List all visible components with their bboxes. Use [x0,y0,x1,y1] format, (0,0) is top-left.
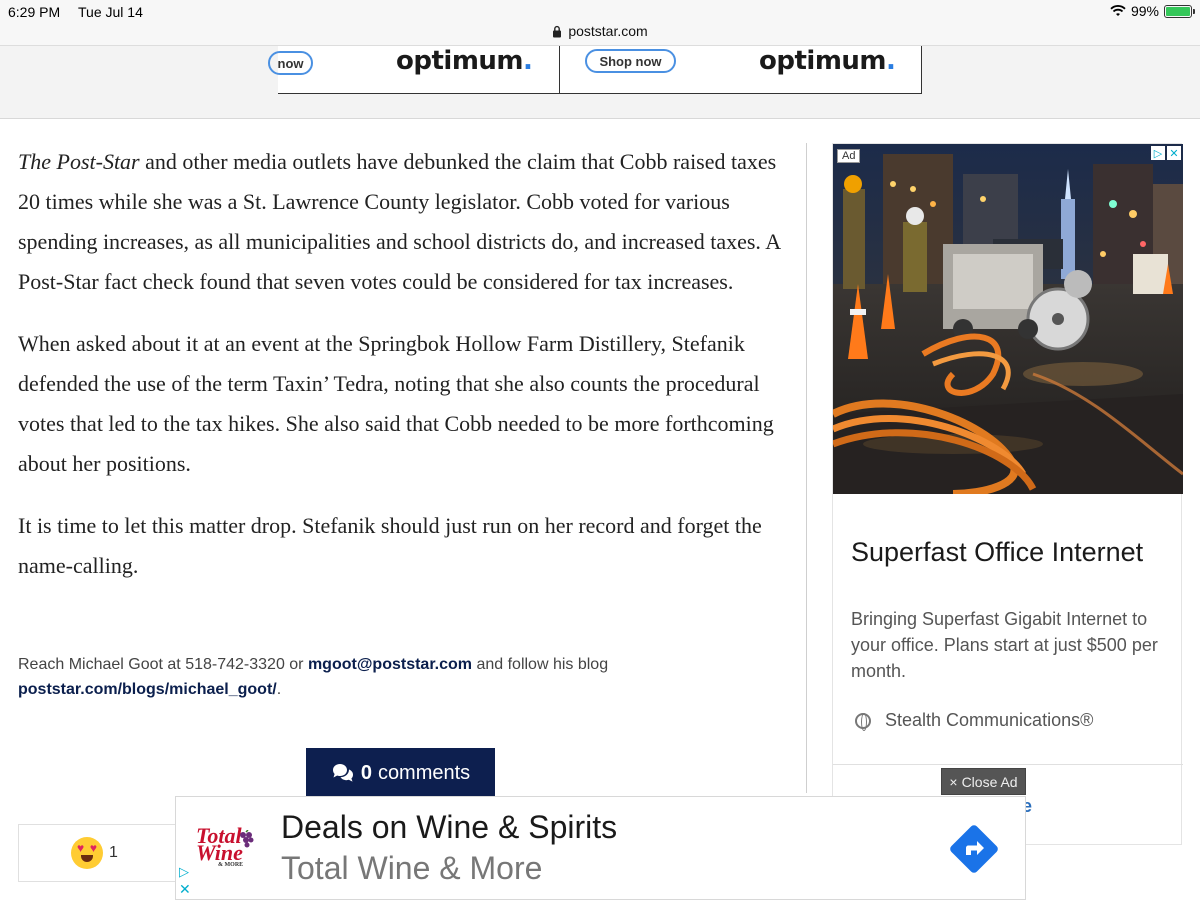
adchoices-icon[interactable]: ▷ [1151,146,1165,160]
ad-description: Bringing Superfast Gigabit Internet to y… [851,609,1158,681]
total-wine-logo: Total Wine & MORE [196,823,244,869]
author-email-link[interactable]: mgoot@poststar.com [308,656,472,673]
close-icon: × [949,773,958,790]
comments-icon [332,764,353,782]
reaction-count: 1 [109,844,118,861]
ad-title[interactable]: Superfast Office Internet [851,537,1143,568]
ad-headline[interactable]: Deals on Wine & Spirits [281,809,617,846]
ad-divider [833,764,1183,765]
adchoices-icon[interactable]: ▷ [179,864,189,880]
ad-source: Stealth Communications® [855,710,1093,731]
status-time: 6:29 PM [8,4,61,20]
heart-eyes-emoji-icon [71,837,103,869]
status-right: 99% [1110,3,1195,19]
article-paragraph: The Post-Star and other media outlets ha… [18,149,780,294]
bottom-sticky-ad[interactable]: Total Wine & MORE Deals on Wine & Spirit… [175,796,1026,900]
author-blog-link[interactable]: poststar.com/blogs/michael_goot/ [18,681,277,698]
sidebar-ad[interactable]: Ad ▷ ✕ Superfast Office Internet Bringin… [832,143,1183,845]
ad-label: Ad [837,149,861,163]
url-bar[interactable]: poststar.com [0,20,1200,46]
close-ad-label: Close Ad [961,773,1018,790]
ad-advertiser[interactable]: Total Wine & More [281,850,542,887]
optimum-logo-right: optimum. [759,46,896,76]
article-paragraph: It is time to let this matter drop. Stef… [18,513,762,578]
battery-percent: 99% [1130,3,1159,19]
shop-now-button[interactable]: Shop now [585,49,676,73]
battery-icon [1164,4,1195,18]
comments-button[interactable]: 0 comments [306,748,495,798]
directions-arrow-icon[interactable] [946,821,1002,877]
close-ad-button[interactable]: × Close Ad [941,768,1026,795]
comment-count: 0 [360,761,372,784]
wifi-icon [1110,5,1126,16]
column-divider [806,143,807,793]
top-ad-band: now optimum. Shop now optimum. [0,46,1200,119]
close-icon[interactable]: ✕ [179,881,191,898]
publication-name: The Post-Star [18,149,140,174]
optimum-logo-left: optimum. [396,46,533,76]
author-contact: Reach Michael Goot at 518-742-3320 or mg… [18,656,609,698]
shop-now-button-left[interactable]: now [268,51,313,75]
top-banner-ad[interactable]: now optimum. Shop now optimum. [268,46,922,94]
article-body: The Post-Star and other media outlets ha… [18,142,788,608]
ad-photo[interactable]: Ad ▷ ✕ [833,144,1183,494]
reaction-button[interactable]: 1 [18,824,178,882]
status-date: Tue Jul 14 [78,4,143,20]
globe-icon [855,712,871,731]
url-text[interactable]: poststar.com [568,23,647,39]
lock-icon [553,25,562,37]
grapes-icon [240,830,254,848]
close-icon[interactable]: ✕ [1167,146,1181,160]
ad-source-name: Stealth Communications® [885,710,1094,730]
ad-divider [559,46,560,94]
comments-label: comments [377,761,471,784]
adchoices-controls[interactable]: ▷ ✕ [1151,146,1181,160]
article-paragraph: When asked about it at an event at the S… [18,331,774,476]
